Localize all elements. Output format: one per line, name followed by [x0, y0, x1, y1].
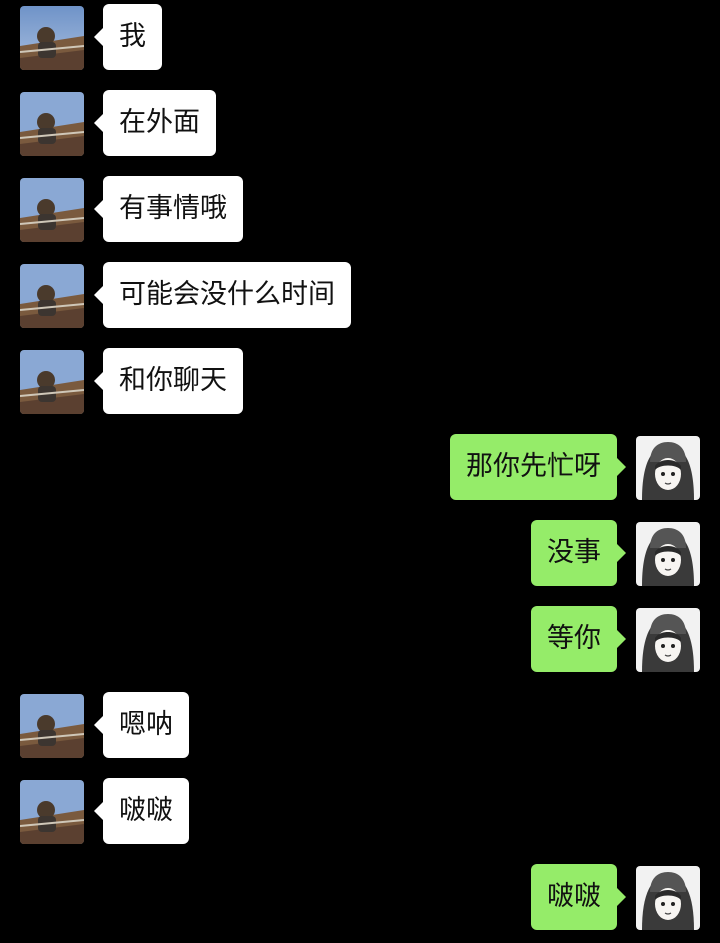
self-avatar[interactable] — [636, 522, 700, 586]
message-row-outgoing: 啵啵 — [0, 864, 720, 930]
chat-message-list[interactable]: 我 在外面 有事情哦 可能会没什么时间 和你聊天 那你先忙呀 没事 等你 嗯呐 … — [0, 0, 720, 943]
message-bubble[interactable]: 有事情哦 — [94, 176, 243, 242]
contact-avatar[interactable] — [20, 780, 84, 844]
message-row-incoming: 有事情哦 — [0, 176, 720, 242]
message-bubble[interactable]: 在外面 — [94, 90, 216, 156]
self-avatar[interactable] — [636, 608, 700, 672]
contact-avatar[interactable] — [20, 264, 84, 328]
message-bubble[interactable]: 啵啵 — [94, 778, 189, 844]
message-bubble[interactable]: 我 — [94, 4, 162, 70]
message-row-incoming: 可能会没什么时间 — [0, 262, 720, 328]
message-row-incoming: 我 — [0, 4, 720, 70]
message-row-incoming: 在外面 — [0, 90, 720, 156]
message-row-incoming: 啵啵 — [0, 778, 720, 844]
message-bubble[interactable]: 啵啵 — [531, 864, 626, 930]
message-bubble[interactable]: 那你先忙呀 — [450, 434, 626, 500]
message-bubble[interactable]: 没事 — [531, 520, 626, 586]
self-avatar[interactable] — [636, 436, 700, 500]
contact-avatar[interactable] — [20, 350, 84, 414]
contact-avatar[interactable] — [20, 178, 84, 242]
message-row-outgoing: 等你 — [0, 606, 720, 672]
message-bubble[interactable]: 等你 — [531, 606, 626, 672]
message-bubble[interactable]: 可能会没什么时间 — [94, 262, 351, 328]
message-row-incoming: 和你聊天 — [0, 348, 720, 414]
contact-avatar[interactable] — [20, 694, 84, 758]
message-bubble[interactable]: 嗯呐 — [94, 692, 189, 758]
message-row-outgoing: 那你先忙呀 — [0, 434, 720, 500]
self-avatar[interactable] — [636, 866, 700, 930]
contact-avatar[interactable] — [20, 6, 84, 70]
message-row-outgoing: 没事 — [0, 520, 720, 586]
message-bubble[interactable]: 和你聊天 — [94, 348, 243, 414]
message-row-incoming: 嗯呐 — [0, 692, 720, 758]
contact-avatar[interactable] — [20, 92, 84, 156]
